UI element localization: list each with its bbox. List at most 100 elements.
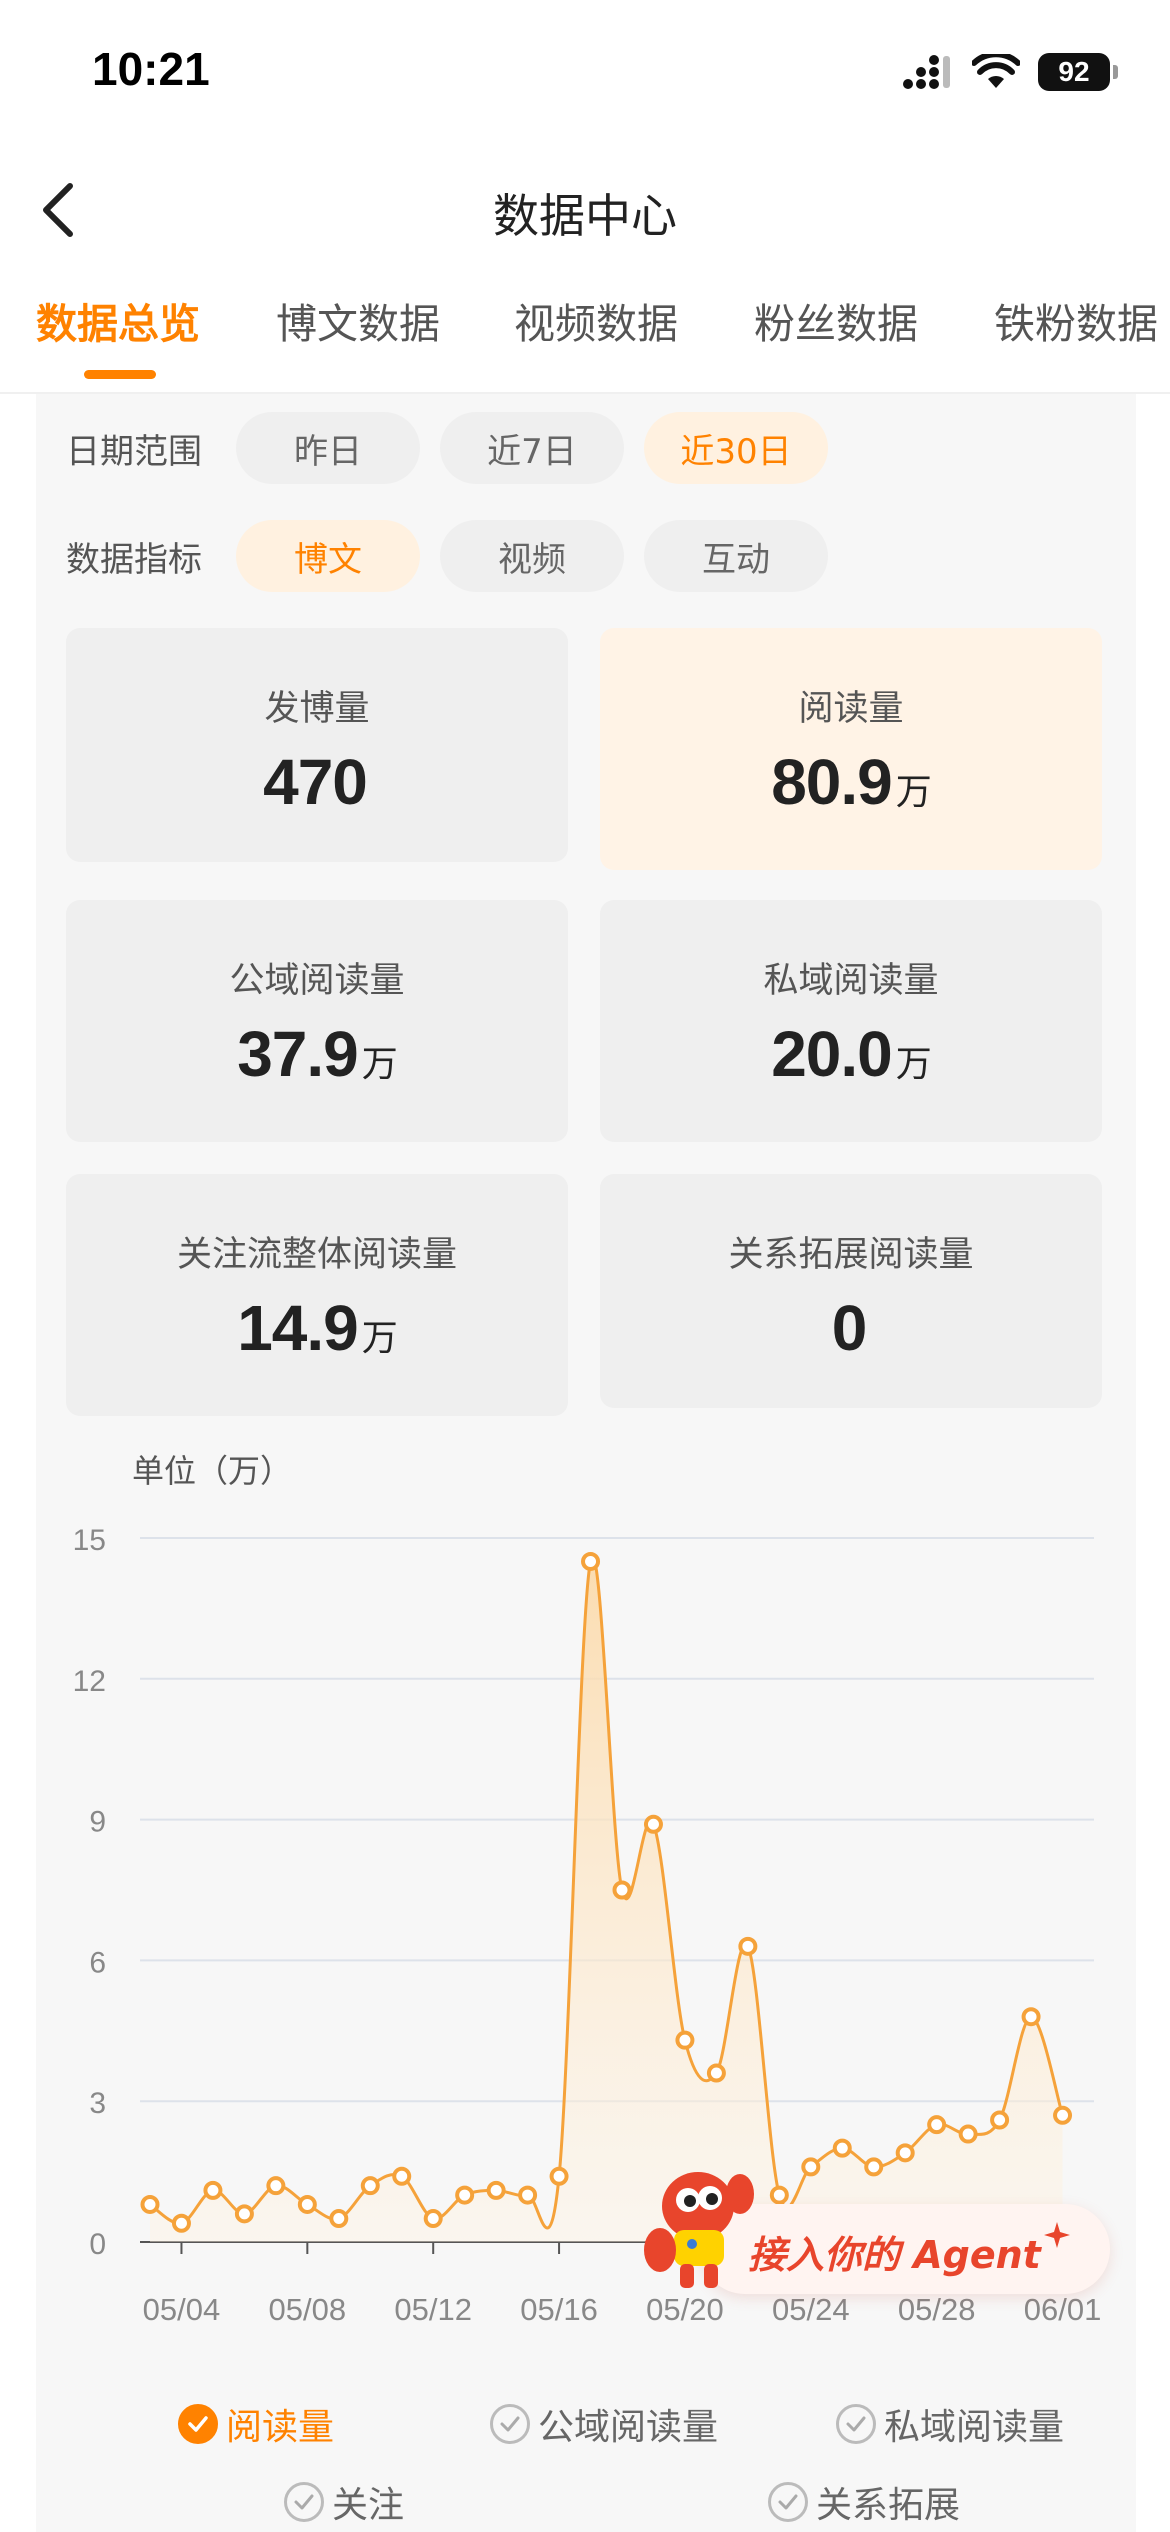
metric-chip-interaction[interactable]: 互动 <box>644 520 828 592</box>
data-point <box>990 2110 1010 2130</box>
tab-post-data[interactable]: 博文数据 <box>276 290 440 350</box>
x-tick-label: 05/24 <box>772 2292 850 2327</box>
nav-bar: 数据中心 <box>0 150 1170 270</box>
stat-value: 470 <box>263 746 368 818</box>
chart-unit-label: 单位（万） <box>132 1452 292 1490</box>
stat-label: 关系拓展阅读量 <box>728 1235 974 1275</box>
data-point <box>329 2209 349 2229</box>
y-tick-label: 12 <box>73 1665 106 1698</box>
data-point <box>643 1814 663 1834</box>
check-icon <box>768 2482 808 2522</box>
stat-card-private-reads[interactable]: 私域阅读量 20.0 万 <box>600 900 1102 1142</box>
data-point <box>675 2030 695 2050</box>
metric-chip-posts[interactable]: 博文 <box>236 520 420 592</box>
status-icons: 92 <box>902 52 1118 92</box>
data-point <box>958 2124 978 2144</box>
y-tick-label: 15 <box>73 1524 106 1557</box>
x-tick-label: 05/08 <box>269 2292 347 2327</box>
tab-indicator <box>84 370 156 379</box>
metric-row: 数据指标 博文 视频 互动 <box>66 520 848 592</box>
data-point <box>360 2176 380 2196</box>
stat-label: 阅读量 <box>798 689 904 729</box>
legend-label: 关注 <box>332 2485 405 2526</box>
data-point <box>234 2204 254 2224</box>
check-icon <box>178 2404 218 2444</box>
legend-private-reads[interactable]: 私域阅读量 <box>836 2398 1064 2450</box>
y-tick-label: 3 <box>89 2087 106 2120</box>
legend-relation[interactable]: 关系拓展 <box>768 2476 960 2528</box>
x-tick-label: 05/20 <box>646 2292 724 2327</box>
y-tick-label: 9 <box>89 1806 106 1839</box>
date-range-row: 日期范围 昨日 近7日 近30日 <box>66 412 848 484</box>
tab-bar: 数据总览 博文数据 视频数据 粉丝数据 铁粉数据 <box>0 290 1170 390</box>
battery-icon: 92 <box>1038 53 1118 91</box>
data-point <box>706 2063 726 2083</box>
legend-label: 公域阅读量 <box>538 2407 719 2448</box>
cellular-signal-icon <box>903 55 950 89</box>
y-tick-label: 6 <box>89 1946 106 1979</box>
data-point <box>203 2180 223 2200</box>
stat-value: 14.9 万 <box>237 1292 398 1364</box>
legend-reads[interactable]: 阅读量 <box>178 2398 334 2450</box>
stat-card-posts[interactable]: 发博量 470 <box>66 628 568 862</box>
metric-chip-video[interactable]: 视频 <box>440 520 624 592</box>
data-point <box>518 2185 538 2205</box>
legend-follow[interactable]: 关注 <box>284 2476 404 2528</box>
data-point <box>455 2185 475 2205</box>
x-tick-label: 05/12 <box>394 2292 472 2327</box>
stat-label: 关注流整体阅读量 <box>176 1235 457 1275</box>
mascot-icon <box>644 2172 754 2288</box>
data-point <box>423 2209 443 2229</box>
data-point <box>612 1880 632 1900</box>
tab-overview[interactable]: 数据总览 <box>36 290 200 350</box>
data-point <box>738 1936 758 1956</box>
data-point <box>297 2194 317 2214</box>
agent-button[interactable]: 接入你的 Agent <box>640 2164 1110 2294</box>
stat-value: 0 <box>831 1292 868 1364</box>
date-chip-yesterday[interactable]: 昨日 <box>236 412 420 484</box>
stat-value: 20.0 万 <box>771 1018 932 1090</box>
page-title: 数据中心 <box>493 189 677 243</box>
wifi-icon <box>972 54 1020 88</box>
check-icon <box>836 2404 876 2444</box>
stat-card-follow-feed-reads[interactable]: 关注流整体阅读量 14.9 万 <box>66 1174 568 1416</box>
x-tick-label: 06/01 <box>1024 2292 1102 2327</box>
stat-label: 私域阅读量 <box>763 961 939 1001</box>
check-icon <box>284 2482 324 2522</box>
tab-video-data[interactable]: 视频数据 <box>514 290 678 350</box>
x-tick-label: 05/04 <box>143 2292 221 2327</box>
data-point <box>392 2166 412 2186</box>
data-point <box>549 2166 569 2186</box>
status-time: 10:21 <box>92 43 210 95</box>
data-point <box>140 2194 160 2214</box>
agent-label: 接入你的 Agent <box>748 2233 1041 2277</box>
stat-value: 37.9 万 <box>237 1018 398 1090</box>
x-tick-label: 05/28 <box>898 2292 976 2327</box>
legend-label: 私域阅读量 <box>884 2407 1065 2448</box>
legend-label: 关系拓展 <box>816 2485 961 2526</box>
data-point <box>171 2213 191 2233</box>
y-tick-label: 0 <box>89 2228 106 2261</box>
data-point <box>895 2143 915 2163</box>
legend-public-reads[interactable]: 公域阅读量 <box>490 2398 718 2450</box>
stat-value: 80.9 万 <box>771 746 932 818</box>
stat-label: 公域阅读量 <box>229 961 405 1001</box>
check-icon <box>490 2404 530 2444</box>
tab-iron-fans-data[interactable]: 铁粉数据 <box>994 290 1158 350</box>
stat-card-reads[interactable]: 阅读量 80.9 万 <box>600 628 1102 870</box>
stat-card-public-reads[interactable]: 公域阅读量 37.9 万 <box>66 900 568 1142</box>
date-chip-30d[interactable]: 近30日 <box>644 412 828 484</box>
stat-card-relation-reads[interactable]: 关系拓展阅读量 0 <box>600 1174 1102 1408</box>
metric-label: 数据指标 <box>66 539 202 580</box>
data-point <box>1021 2007 1041 2027</box>
series-area <box>150 1556 1063 2242</box>
stat-label: 发博量 <box>264 689 370 729</box>
tab-fans-data[interactable]: 粉丝数据 <box>754 290 918 350</box>
data-point <box>832 2138 852 2158</box>
x-tick-label: 05/16 <box>520 2292 598 2327</box>
data-point <box>581 1551 601 1571</box>
data-point <box>266 2176 286 2196</box>
data-point <box>486 2180 506 2200</box>
date-chip-7d[interactable]: 近7日 <box>440 412 624 484</box>
data-point <box>1053 2105 1073 2125</box>
